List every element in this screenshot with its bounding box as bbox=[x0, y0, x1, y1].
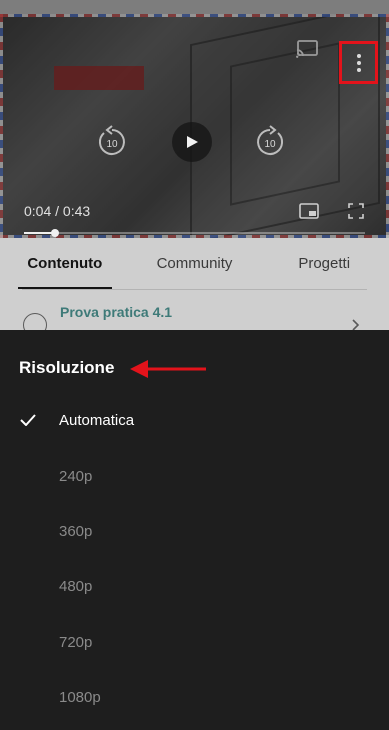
resolution-option-label: 360p bbox=[59, 522, 93, 540]
resolution-option-720p[interactable]: 720p bbox=[0, 622, 389, 662]
progress-bar[interactable] bbox=[24, 229, 365, 237]
rewind-seconds: 10 bbox=[106, 139, 118, 150]
tab-bar: Contenuto Community Progetti bbox=[0, 238, 389, 289]
forward-10-icon[interactable]: 10 bbox=[252, 124, 288, 160]
resolution-option-label: Automatica bbox=[59, 411, 135, 429]
tab-progetti[interactable]: Progetti bbox=[259, 238, 389, 289]
video-border-left bbox=[0, 14, 3, 238]
tab-divider bbox=[22, 289, 367, 290]
resolution-option-1080p[interactable]: 1080p bbox=[0, 677, 389, 717]
sheet-title: Risoluzione bbox=[19, 358, 115, 377]
resolution-option-automatica[interactable]: Automatica bbox=[0, 400, 389, 440]
status-bar bbox=[0, 0, 389, 14]
forward-seconds: 10 bbox=[264, 139, 276, 150]
resolution-option-label: 240p bbox=[59, 467, 93, 485]
resolution-option-240p[interactable]: 240p bbox=[0, 456, 389, 496]
check-icon bbox=[19, 411, 37, 429]
pip-icon[interactable] bbox=[298, 202, 320, 220]
video-player[interactable]: 10 10 0:04 / 0:43 bbox=[0, 14, 389, 238]
resolution-option-480p[interactable]: 480p bbox=[0, 566, 389, 606]
video-border-top bbox=[0, 14, 389, 17]
tab-community[interactable]: Community bbox=[130, 238, 260, 289]
lesson-title[interactable]: Prova pratica 4.1 bbox=[60, 304, 172, 320]
time-display: 0:04 / 0:43 bbox=[24, 203, 91, 219]
resolution-option-360p[interactable]: 360p bbox=[0, 511, 389, 551]
rewind-10-icon[interactable]: 10 bbox=[94, 124, 130, 160]
annotation-arrow bbox=[128, 357, 208, 381]
resolution-option-label: 720p bbox=[59, 633, 93, 651]
tab-contenuto[interactable]: Contenuto bbox=[0, 238, 130, 289]
resolution-option-label: 480p bbox=[59, 577, 93, 595]
more-vert-icon[interactable] bbox=[342, 44, 375, 81]
progress-thumb[interactable] bbox=[50, 229, 59, 237]
resolution-option-label: 1080p bbox=[59, 688, 101, 706]
cast-icon[interactable] bbox=[292, 36, 322, 62]
fullscreen-icon[interactable] bbox=[346, 202, 366, 220]
resolution-sheet: Risoluzione Automatica 240p 360p 480p 72… bbox=[0, 330, 389, 730]
play-icon[interactable] bbox=[172, 122, 212, 162]
